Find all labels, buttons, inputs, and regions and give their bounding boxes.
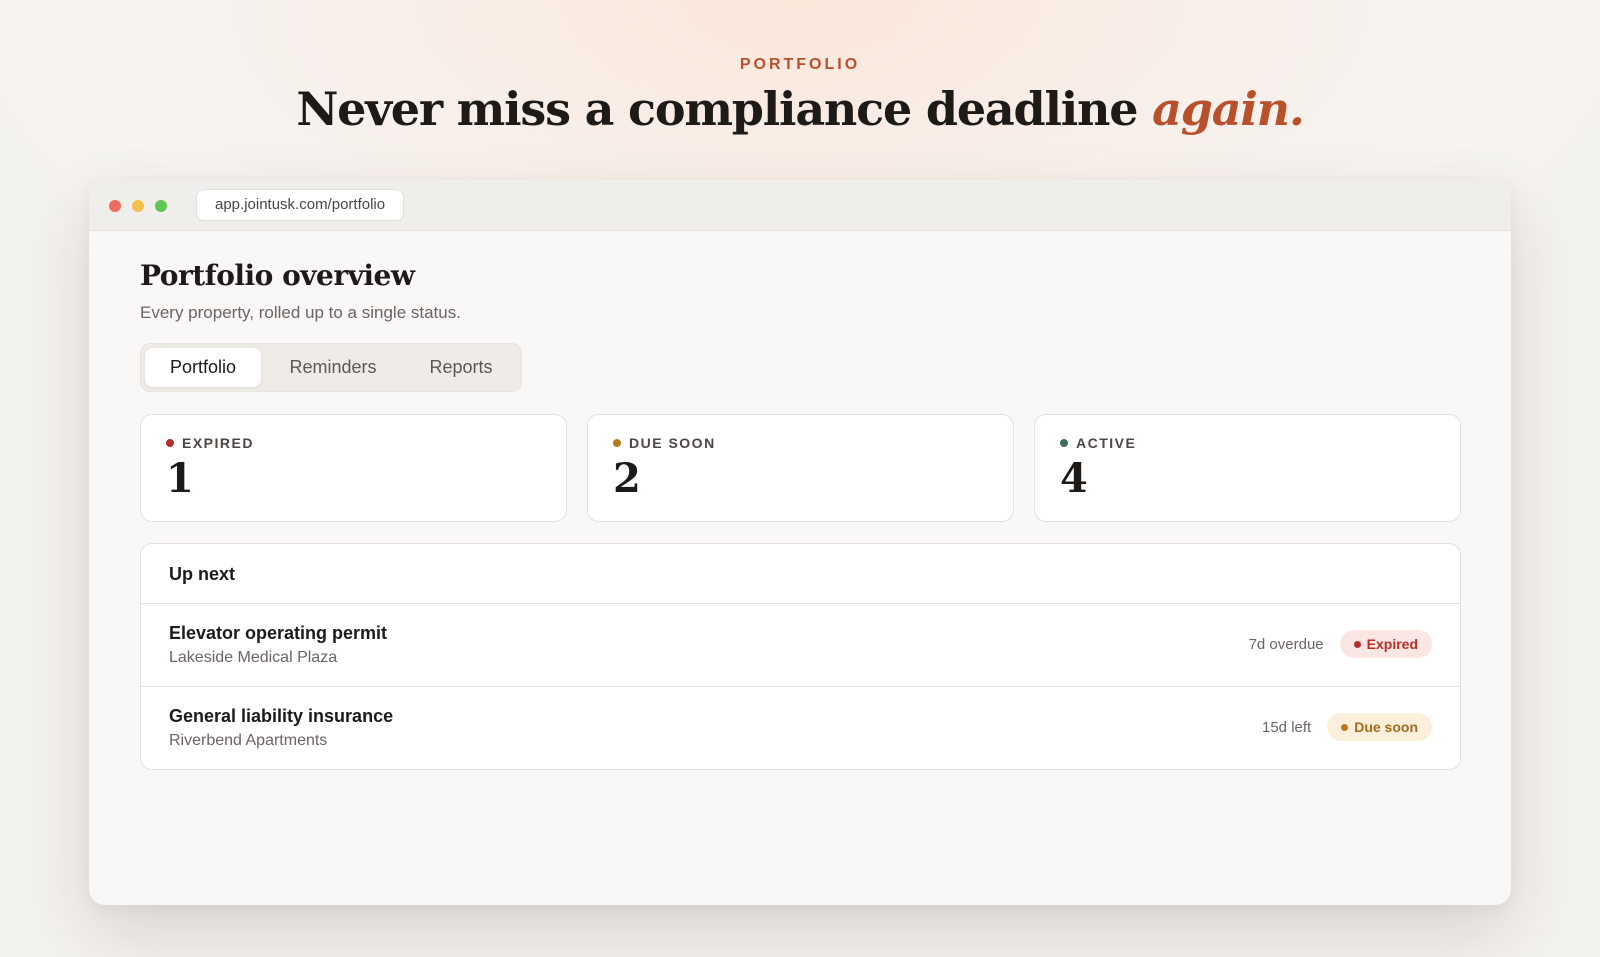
status-dot-icon: [1341, 724, 1349, 731]
item-status-group: 7d overdue Expired: [1249, 630, 1432, 658]
status-dot-icon: [166, 439, 174, 447]
item-property: Lakeside Medical Plaza: [169, 649, 338, 666]
stat-label: EXPIRED: [166, 435, 254, 451]
hero-headline: Never miss a compliance deadline again.: [0, 82, 1600, 136]
headline-accent: again.: [1152, 82, 1305, 136]
stat-card-expired: EXPIRED 1: [140, 414, 567, 522]
list-item[interactable]: General liability insurance Riverbend Ap…: [141, 687, 1460, 769]
status-dot-icon: [613, 439, 621, 447]
page-title: Portfolio overview: [140, 259, 415, 292]
close-window-button[interactable]: [109, 200, 121, 212]
hero-eyebrow: PORTFOLIO: [739, 56, 861, 73]
headline-text: Never miss a compliance deadline: [296, 82, 1138, 136]
stat-value: 4: [1060, 455, 1088, 502]
stat-label: ACTIVE: [1060, 435, 1136, 451]
maximize-window-button[interactable]: [155, 200, 167, 212]
stat-label-text: ACTIVE: [1076, 435, 1137, 451]
up-next-title: Up next: [141, 544, 1460, 604]
status-badge: Expired: [1339, 630, 1432, 658]
tab-reminders[interactable]: Reminders: [266, 348, 400, 387]
tab-reports[interactable]: Reports: [406, 348, 516, 387]
stat-label-text: EXPIRED: [182, 435, 254, 451]
status-badge: Due soon: [1327, 713, 1432, 741]
item-title: Elevator operating permit: [169, 623, 388, 643]
status-dot-icon: [1060, 439, 1068, 447]
address-bar[interactable]: app.jointusk.com/portfolio: [196, 189, 405, 221]
stat-label-text: DUE SOON: [629, 435, 716, 451]
stat-value: 1: [166, 455, 194, 502]
item-time: 15d left: [1262, 718, 1312, 736]
up-next-panel: Up next Elevator operating permit Lakesi…: [140, 543, 1461, 770]
browser-titlebar: app.jointusk.com/portfolio: [89, 180, 1511, 231]
item-status-group: 15d left Due soon: [1262, 713, 1432, 741]
stat-label: DUE SOON: [613, 435, 716, 451]
status-dot-icon: [1353, 641, 1361, 648]
item-time: 7d overdue: [1248, 635, 1324, 653]
item-title: General liability insurance: [169, 706, 394, 726]
status-badge-label: Due soon: [1354, 719, 1418, 735]
minimize-window-button[interactable]: [132, 200, 144, 212]
status-badge-label: Expired: [1366, 636, 1418, 652]
stat-value: 2: [613, 455, 641, 502]
page-subtitle: Every property, rolled up to a single st…: [140, 303, 461, 322]
list-item[interactable]: Elevator operating permit Lakeside Medic…: [141, 604, 1460, 687]
tab-bar: Portfolio Reminders Reports: [140, 343, 522, 392]
item-property: Riverbend Apartments: [169, 732, 328, 749]
stat-card-due-soon: DUE SOON 2: [587, 414, 1014, 522]
stat-card-active: ACTIVE 4: [1034, 414, 1461, 522]
tab-portfolio[interactable]: Portfolio: [145, 348, 261, 387]
browser-window: app.jointusk.com/portfolio Portfolio ove…: [89, 180, 1511, 905]
